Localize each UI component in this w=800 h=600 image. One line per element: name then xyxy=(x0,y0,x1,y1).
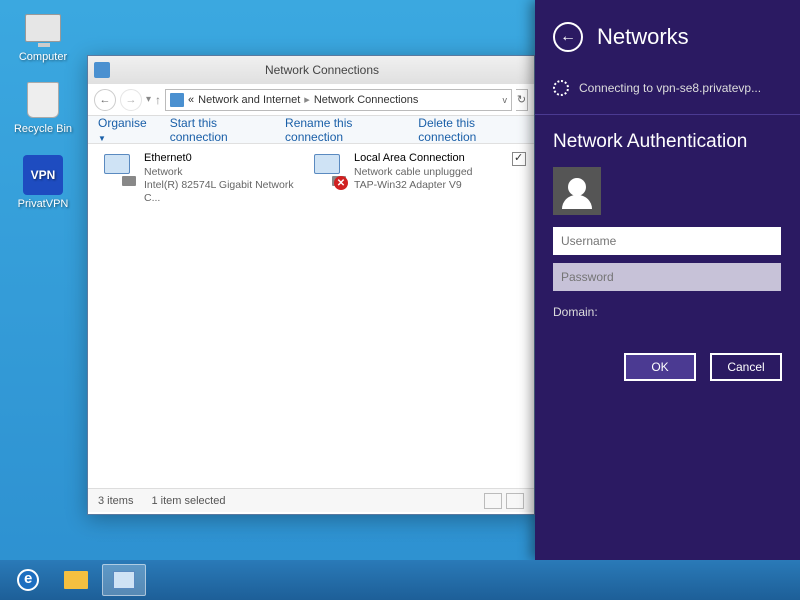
recycle-bin-icon xyxy=(27,82,59,118)
connection-status: Network xyxy=(144,166,310,179)
titlebar[interactable]: Network Connections xyxy=(88,56,534,84)
connecting-text: Connecting to vpn-se8.privatevp... xyxy=(579,81,761,95)
auth-heading: Network Authentication xyxy=(535,131,800,167)
view-details-button[interactable] xyxy=(484,493,502,509)
panel-title: Networks xyxy=(597,24,689,50)
arrow-left-icon: ← xyxy=(560,28,576,46)
item-count: 3 items xyxy=(98,495,133,507)
networks-panel: ← Networks Connecting to vpn-se8.private… xyxy=(535,0,800,560)
user-avatar-icon xyxy=(553,167,601,215)
location-icon xyxy=(170,93,184,107)
spinner-icon xyxy=(553,80,569,96)
breadcrumb-prefix: « xyxy=(188,94,194,106)
forward-button[interactable]: → xyxy=(120,89,142,111)
taskbar-ie[interactable] xyxy=(6,564,50,596)
breadcrumb-item[interactable]: Network and Internet xyxy=(198,94,300,106)
connection-item-lan[interactable]: ✕ Local Area Connection Network cable un… xyxy=(310,152,520,192)
recent-dropdown-icon[interactable]: ▾ xyxy=(146,94,151,105)
folder-icon xyxy=(64,571,88,589)
network-window-icon xyxy=(113,571,135,589)
delete-connection-button[interactable]: Delete this connection xyxy=(418,116,524,144)
explorer-window: Network Connections ← → ▾ ↑ « Network an… xyxy=(87,55,535,515)
password-input[interactable] xyxy=(553,263,781,291)
chevron-down-icon[interactable]: v xyxy=(503,95,508,105)
disconnected-icon: ✕ xyxy=(334,176,348,190)
refresh-button[interactable]: ↻ xyxy=(516,89,528,111)
window-icon xyxy=(94,62,110,78)
connection-name: Local Area Connection xyxy=(354,152,473,166)
chevron-right-icon: ▸ xyxy=(304,93,310,106)
ok-button[interactable]: OK xyxy=(624,353,696,381)
desktop-icon-privatvpn[interactable]: VPN PrivatVPN xyxy=(8,155,78,210)
desktop-icon-computer[interactable]: Computer xyxy=(8,8,78,63)
window-title: Network Connections xyxy=(116,63,528,77)
taskbar-explorer[interactable] xyxy=(54,564,98,596)
username-input[interactable] xyxy=(553,227,781,255)
start-connection-button[interactable]: Start this connection xyxy=(170,116,267,144)
domain-label: Domain: xyxy=(535,299,800,325)
status-bar: 3 items 1 item selected xyxy=(88,488,534,512)
desktop-icon-label: PrivatVPN xyxy=(8,198,78,210)
command-bar: Organise ▼ Start this connection Rename … xyxy=(88,116,534,144)
connection-item-ethernet[interactable]: Ethernet0 Network Intel(R) 82574L Gigabi… xyxy=(100,152,310,205)
connection-device: Intel(R) 82574L Gigabit Network C... xyxy=(144,179,310,205)
desktop-icon-label: Recycle Bin xyxy=(8,123,78,135)
cancel-button[interactable]: Cancel xyxy=(710,353,782,381)
connection-name: Ethernet0 xyxy=(144,152,310,166)
up-button[interactable]: ↑ xyxy=(155,93,161,107)
back-button[interactable]: ← xyxy=(94,89,116,111)
rename-connection-button[interactable]: Rename this connection xyxy=(285,116,400,144)
connection-status: Network cable unplugged xyxy=(354,166,473,179)
network-adapter-icon xyxy=(100,152,138,190)
connection-device: TAP-Win32 Adapter V9 xyxy=(354,179,473,192)
connecting-row[interactable]: Connecting to vpn-se8.privatevp... xyxy=(535,66,800,110)
desktop-icon-recycle[interactable]: Recycle Bin xyxy=(8,80,78,135)
checkbox[interactable] xyxy=(512,152,526,166)
back-button[interactable]: ← xyxy=(553,22,583,52)
desktop-icon-label: Computer xyxy=(8,51,78,63)
ie-icon xyxy=(17,569,39,591)
organise-menu[interactable]: Organise ▼ xyxy=(98,116,152,144)
view-icons-button[interactable] xyxy=(506,493,524,509)
vpn-icon: VPN xyxy=(23,155,63,195)
taskbar[interactable] xyxy=(0,560,800,600)
selection-count: 1 item selected xyxy=(151,495,225,507)
address-bar[interactable]: « Network and Internet ▸ Network Connect… xyxy=(165,89,512,111)
taskbar-network-connections[interactable] xyxy=(102,564,146,596)
content-area[interactable]: Ethernet0 Network Intel(R) 82574L Gigabi… xyxy=(88,144,534,488)
computer-icon xyxy=(25,14,61,42)
breadcrumb-item[interactable]: Network Connections xyxy=(314,94,419,106)
network-adapter-icon: ✕ xyxy=(310,152,348,190)
navigation-bar: ← → ▾ ↑ « Network and Internet ▸ Network… xyxy=(88,84,534,116)
